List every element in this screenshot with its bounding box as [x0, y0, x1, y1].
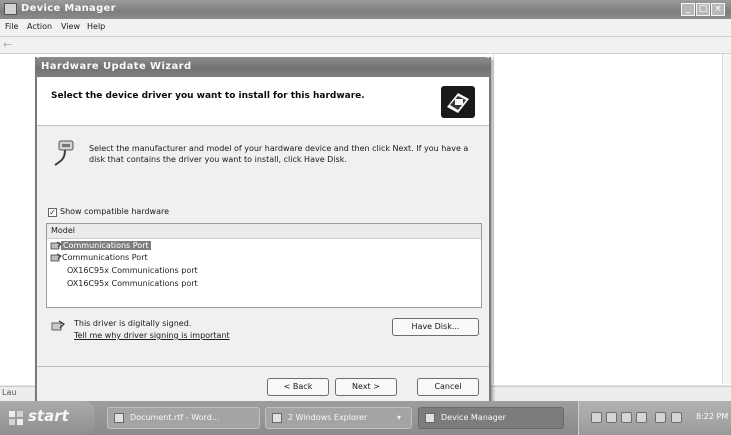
taskbar-button-device-manager[interactable]: Device Manager [418, 407, 564, 429]
windows-logo-icon [9, 411, 23, 425]
menu-file[interactable]: File [5, 22, 18, 31]
next-button[interactable]: Next > [335, 378, 397, 396]
taskbar-button-label: Device Manager [441, 413, 506, 422]
vertical-scrollbar[interactable] [722, 54, 731, 384]
network-icon[interactable] [591, 412, 602, 423]
list-item[interactable]: OX16C95x Communications port [50, 278, 470, 290]
device-manager-titlebar[interactable]: Device Manager _ □ × [0, 0, 731, 19]
list-item-label: OX16C95x Communications port [67, 266, 198, 275]
start-label: start [28, 407, 69, 425]
update-icon[interactable] [636, 412, 647, 423]
hardware-install-icon [441, 86, 475, 118]
wizard-header: Select the device driver you want to ins… [37, 77, 489, 126]
show-compatible-label[interactable]: Show compatible hardware [60, 207, 169, 216]
menu-bar: File Action View Help [0, 19, 731, 37]
show-compatible-checkbox[interactable]: ✓ [48, 208, 57, 217]
window-title: Device Manager [21, 3, 116, 14]
model-list[interactable]: Model Communications Port Communications… [46, 223, 482, 308]
toolbar: ← [0, 37, 731, 54]
footer-divider [37, 366, 489, 367]
have-disk-button[interactable]: Have Disk... [392, 318, 479, 336]
status-text: Lau [2, 388, 17, 397]
wizard-heading: Select the device driver you want to ins… [51, 91, 365, 101]
taskbar-button-document[interactable]: Document.rtf - Word... [107, 407, 260, 429]
menu-view[interactable]: View [61, 22, 80, 31]
back-button[interactable]: < Back [267, 378, 329, 396]
taskbar-button-label: Document.rtf - Word... [130, 413, 220, 422]
model-column-header[interactable]: Model [47, 224, 481, 239]
minimize-button[interactable]: _ [681, 3, 695, 16]
model-header-label: Model [51, 226, 76, 235]
list-item[interactable]: Communications Port [50, 240, 470, 252]
list-item[interactable]: OX16C95x Communications port [50, 265, 470, 277]
list-item[interactable]: Communications Port [50, 252, 470, 264]
close-button[interactable]: × [711, 3, 725, 16]
wizard-instructions: Select the manufacturer and model of you… [89, 144, 469, 164]
list-item-label: OX16C95x Communications port [67, 279, 198, 288]
system-tray: 8:22 PM [578, 401, 731, 435]
list-item-label: Communications Port [61, 241, 151, 250]
wizard-title: Hardware Update Wizard [41, 61, 192, 72]
driver-signing-link[interactable]: Tell me why driver signing is important [74, 331, 230, 340]
taskbar: start Document.rtf - Word... 2 Windows E… [0, 401, 731, 435]
list-item-label: Communications Port [62, 253, 148, 262]
folder-icon [272, 413, 282, 423]
device-manager-app-icon [4, 3, 17, 15]
taskbar-button-label: 2 Windows Explorer [288, 413, 368, 422]
taskbar-button-explorer[interactable]: 2 Windows Explorer ▾ [265, 407, 412, 429]
hardware-update-wizard-dialog: Hardware Update Wizard Select the device… [35, 57, 491, 409]
info-icon[interactable] [655, 412, 666, 423]
clock[interactable]: 8:22 PM [696, 412, 728, 421]
volume-icon[interactable] [621, 412, 632, 423]
maximize-button[interactable]: □ [696, 3, 710, 16]
content-pane [493, 54, 724, 384]
display-icon[interactable] [671, 412, 682, 423]
digital-signature-icon [51, 320, 65, 331]
menu-action[interactable]: Action [27, 22, 52, 31]
start-button[interactable]: start [0, 401, 95, 435]
wizard-titlebar[interactable]: Hardware Update Wizard [35, 57, 491, 77]
hardware-connector-icon [54, 140, 74, 166]
cancel-button[interactable]: Cancel [417, 378, 479, 396]
word-doc-icon [114, 413, 124, 423]
back-arrow-icon[interactable]: ← [3, 38, 12, 51]
menu-help[interactable]: Help [87, 22, 105, 31]
signed-driver-icon [50, 253, 62, 262]
chevron-down-icon: ▾ [397, 413, 402, 422]
driver-signed-text: This driver is digitally signed. [74, 319, 192, 328]
security-icon[interactable] [606, 412, 617, 423]
device-manager-icon [425, 413, 435, 423]
